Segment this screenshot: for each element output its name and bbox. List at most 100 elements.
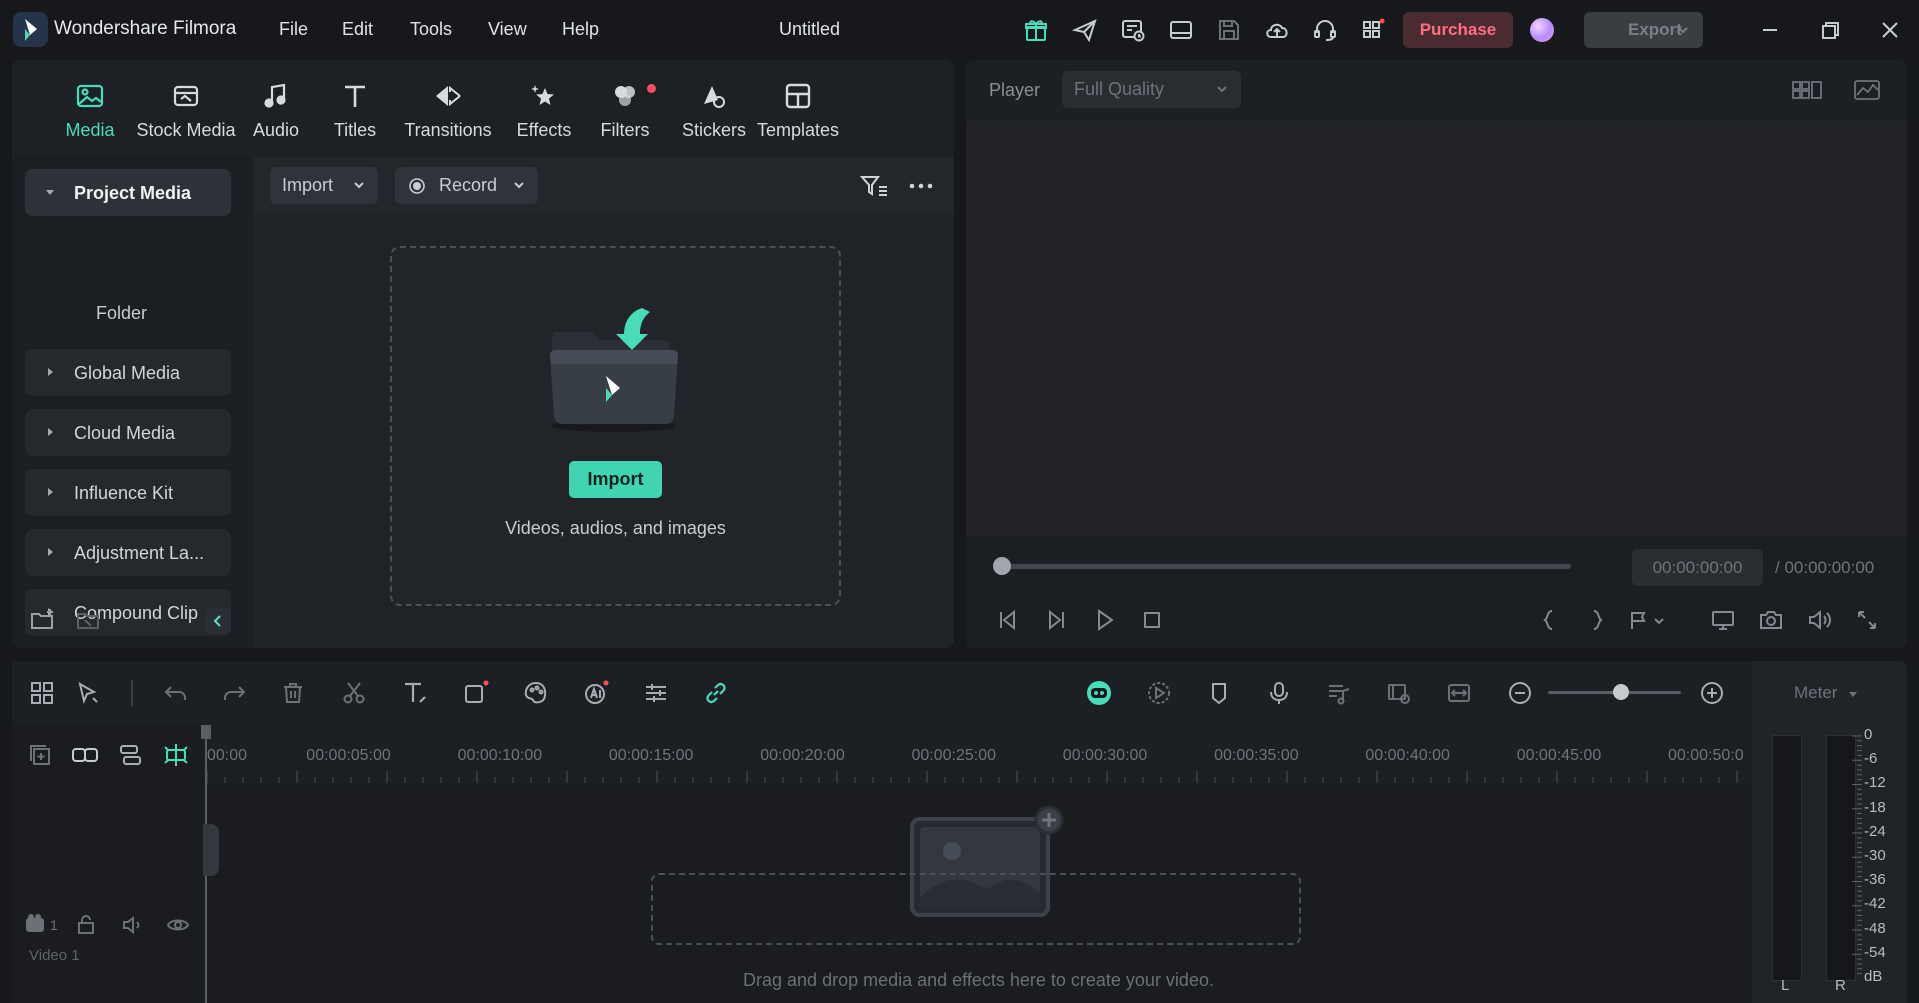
- tab-effects[interactable]: Effects: [504, 80, 584, 150]
- timeline[interactable]: 00:00 00:00:05:00 00:00:10:00 00:00:15:00 00…: [201, 725, 1752, 1003]
- fullscreen-icon[interactable]: [1853, 606, 1881, 634]
- chevron-down-icon: [1676, 12, 1690, 48]
- track-resize-handle[interactable]: [203, 824, 219, 876]
- microphone-icon[interactable]: [1265, 679, 1293, 707]
- display-icon[interactable]: [1709, 606, 1737, 634]
- sidebar-item-project-media[interactable]: Project Media: [25, 169, 231, 216]
- more-options-icon[interactable]: [907, 172, 935, 200]
- eye-visibility-icon[interactable]: [166, 913, 190, 937]
- tab-templates[interactable]: Templates: [750, 80, 846, 150]
- scissors-icon[interactable]: [340, 679, 368, 707]
- mark-in-icon[interactable]: [1535, 606, 1563, 634]
- tab-media[interactable]: Media: [45, 80, 135, 150]
- tab-transitions[interactable]: Transitions: [398, 80, 498, 150]
- new-folder-icon[interactable]: [28, 606, 56, 634]
- menu-view[interactable]: View: [488, 19, 527, 40]
- scopes-icon[interactable]: [1852, 76, 1882, 104]
- snapshot-camera-icon[interactable]: [1757, 606, 1785, 634]
- adjust-sliders-icon[interactable]: [642, 679, 670, 707]
- current-timecode[interactable]: 00:00:00:00: [1632, 549, 1763, 586]
- color-palette-icon[interactable]: [522, 679, 550, 707]
- restore-icon[interactable]: [1816, 16, 1844, 44]
- tab-audio[interactable]: Audio: [241, 80, 311, 150]
- layout-icon[interactable]: [1167, 16, 1195, 44]
- grid-view-icon[interactable]: [1790, 76, 1824, 104]
- redo-icon[interactable]: [220, 679, 248, 707]
- play-icon[interactable]: [1090, 606, 1118, 634]
- layout-grid-icon[interactable]: [28, 679, 56, 707]
- playback-quality-dropdown[interactable]: Full Quality: [1062, 71, 1241, 108]
- previous-frame-icon[interactable]: [994, 606, 1022, 634]
- playhead-handle[interactable]: [201, 725, 211, 739]
- sidebar-item-cloud-media[interactable]: Cloud Media: [25, 409, 231, 456]
- render-preview-icon[interactable]: [1145, 679, 1173, 707]
- close-icon[interactable]: [1876, 16, 1904, 44]
- marker-dropdown-icon[interactable]: [1626, 606, 1666, 634]
- tab-titles[interactable]: Titles: [320, 80, 390, 150]
- menu-help[interactable]: Help: [562, 19, 599, 40]
- cloud-upload-icon[interactable]: [1263, 16, 1291, 44]
- add-track-icon[interactable]: [26, 741, 54, 769]
- channel-label-right: R: [1835, 977, 1846, 994]
- text-tool-icon[interactable]: [401, 679, 429, 707]
- crop-shape-icon[interactable]: [462, 679, 490, 707]
- filter-sort-icon[interactable]: [859, 172, 889, 200]
- collapse-sidebar-button[interactable]: [205, 608, 231, 634]
- record-dropdown[interactable]: Record: [395, 167, 538, 204]
- send-icon[interactable]: [1071, 16, 1099, 44]
- minimize-icon[interactable]: [1756, 16, 1784, 44]
- sidebar-item-global-media[interactable]: Global Media: [25, 349, 231, 396]
- remove-folder-icon[interactable]: [74, 606, 102, 634]
- task-history-icon[interactable]: [1119, 16, 1147, 44]
- ai-tools-icon[interactable]: [582, 679, 610, 707]
- next-frame-icon[interactable]: [1042, 606, 1070, 634]
- sidebar-item-influence-kit[interactable]: Influence Kit: [25, 469, 231, 516]
- menu-tools[interactable]: Tools: [410, 19, 452, 40]
- playback-progress-knob[interactable]: [993, 557, 1011, 575]
- lock-track-icon[interactable]: [74, 913, 98, 937]
- undo-icon[interactable]: [162, 679, 190, 707]
- timeline-drop-zone[interactable]: [651, 873, 1301, 945]
- tab-stickers[interactable]: Stickers: [674, 80, 754, 150]
- preview-window-icon[interactable]: [1385, 679, 1413, 707]
- marker-shield-icon[interactable]: [1205, 679, 1233, 707]
- playback-progress-bar[interactable]: [1002, 564, 1571, 569]
- gift-icon[interactable]: [1022, 16, 1050, 44]
- magnetic-snap-icon[interactable]: [162, 741, 190, 769]
- mute-track-icon[interactable]: [120, 913, 144, 937]
- zoom-slider-knob[interactable]: [1613, 684, 1630, 700]
- track-layout-icon[interactable]: [116, 741, 144, 769]
- sidebar-item-adjustment-layer[interactable]: Adjustment La...: [25, 529, 231, 576]
- avatar[interactable]: [1530, 18, 1554, 42]
- zoom-in-icon[interactable]: [1698, 679, 1726, 707]
- timeline-ruler[interactable]: 00:00 00:00:05:00 00:00:10:00 00:00:15:00 00…: [205, 725, 1752, 785]
- headset-support-icon[interactable]: [1311, 16, 1339, 44]
- menu-file[interactable]: File: [279, 19, 308, 40]
- menu-edit[interactable]: Edit: [342, 19, 373, 40]
- zoom-out-icon[interactable]: [1506, 679, 1534, 707]
- tab-stock-media[interactable]: Stock Media: [126, 80, 246, 150]
- mark-out-icon[interactable]: [1583, 606, 1611, 634]
- select-cursor-icon[interactable]: [74, 679, 102, 707]
- ruler-label: 00:00:35:00: [1214, 747, 1299, 764]
- import-dropdown[interactable]: Import: [270, 167, 378, 204]
- export-label: Export: [1628, 20, 1682, 39]
- import-media-button[interactable]: Import: [569, 461, 662, 498]
- stop-icon[interactable]: [1138, 606, 1166, 634]
- purchase-button[interactable]: Purchase: [1403, 12, 1513, 48]
- audio-ducking-icon[interactable]: [1325, 679, 1353, 707]
- sidebar-item-folder[interactable]: Folder: [96, 303, 147, 324]
- apps-grid-icon[interactable]: [1359, 16, 1387, 44]
- link-icon[interactable]: [702, 679, 730, 707]
- video-preview[interactable]: [966, 121, 1907, 536]
- save-icon[interactable]: [1215, 16, 1243, 44]
- media-drop-zone[interactable]: Import Videos, audios, and images: [390, 246, 841, 606]
- export-button[interactable]: Export: [1584, 12, 1703, 48]
- ai-assistant-robot-icon[interactable]: [1085, 679, 1113, 707]
- link-clips-icon[interactable]: [70, 741, 100, 769]
- volume-icon[interactable]: [1805, 606, 1833, 634]
- meter-dropdown[interactable]: Meter: [1794, 683, 1858, 703]
- fit-timeline-icon[interactable]: [1445, 679, 1473, 707]
- delete-icon[interactable]: [279, 679, 307, 707]
- transitions-icon: [432, 80, 464, 112]
